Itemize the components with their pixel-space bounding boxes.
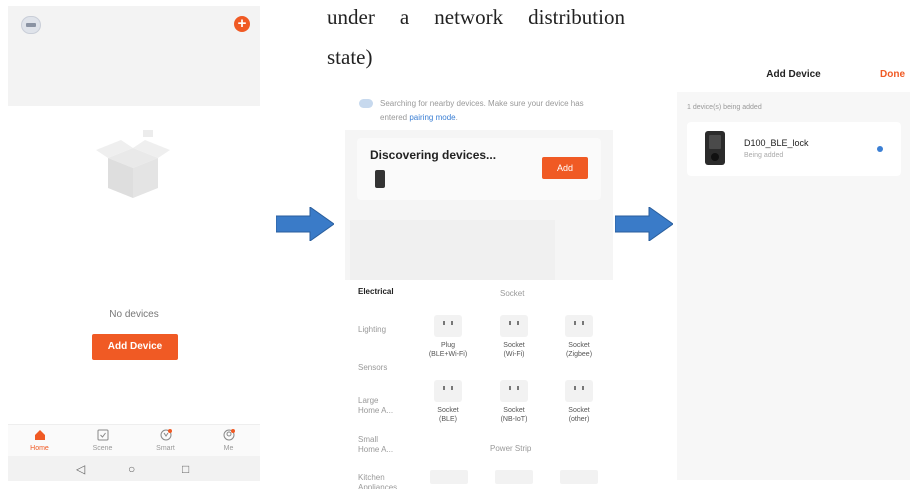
tab-label: Me — [223, 445, 234, 452]
lock-device-icon — [375, 170, 385, 188]
power-strip-icon[interactable] — [560, 470, 598, 484]
lock-device-icon — [705, 131, 725, 165]
device-tile-label: Socket (BLE) — [437, 407, 459, 423]
device-name: D100_BLE_lock — [744, 138, 809, 148]
add-plus-button[interactable]: + — [234, 16, 250, 32]
loading-spinner-icon — [877, 146, 883, 152]
pairing-mode-link[interactable]: pairing mode — [409, 113, 455, 122]
device-tile[interactable]: Socket (NB-IoT) — [486, 380, 542, 424]
socket-icon — [565, 315, 593, 337]
adding-screen: Add Device Done 1 device(s) being added … — [677, 60, 910, 480]
category-electrical[interactable]: Electrical — [358, 287, 394, 297]
bottom-tab-bar: Home Scene Smart Me — [8, 424, 260, 456]
device-tile[interactable]: Socket (Zigbee) — [551, 315, 607, 359]
doc-word: distribution — [528, 5, 625, 29]
home-circle-icon[interactable]: ○ — [128, 462, 135, 476]
socket-icon — [565, 380, 593, 402]
device-tile-label: Socket (NB-IoT) — [500, 407, 528, 423]
done-button[interactable]: Done — [880, 69, 905, 80]
empty-box-icon — [96, 130, 170, 198]
device-tile-label: Socket (Wi-Fi) — [503, 342, 525, 358]
tab-me[interactable]: Me — [197, 425, 260, 456]
device-tile-label: Plug (BLE+Wi-Fi) — [428, 342, 468, 358]
blank-panel — [350, 220, 555, 280]
device-tile[interactable]: Socket (other) — [551, 380, 607, 424]
doc-word: network — [434, 5, 504, 29]
search-status-row: Searching for nearby devices. Make sure … — [345, 92, 613, 130]
search-text-end: . — [455, 113, 458, 122]
socket-icon — [434, 380, 462, 402]
home-body: No devices Add Device — [8, 106, 260, 426]
smart-icon — [160, 429, 172, 441]
tab-label: Home — [30, 445, 49, 452]
tab-scene[interactable]: Scene — [71, 425, 134, 456]
add-device-button[interactable]: Add Device — [92, 334, 178, 360]
device-tile[interactable]: Plug (BLE+Wi-Fi) — [420, 315, 476, 359]
tab-smart[interactable]: Smart — [134, 425, 197, 456]
home-icon — [34, 429, 46, 441]
add-button[interactable]: Add — [542, 157, 588, 179]
arrow-right-icon — [615, 207, 673, 241]
section-title-power-strip: Power Strip — [490, 444, 532, 453]
category-panel: Electrical Lighting Sensors Large Home A… — [345, 280, 613, 489]
category-sensors[interactable]: Sensors — [358, 363, 387, 373]
device-status: Being added — [744, 152, 784, 159]
cloud-icon — [359, 99, 373, 108]
category-large-home[interactable]: Large Home A... — [358, 396, 393, 416]
power-strip-icon[interactable] — [430, 470, 468, 484]
discovering-title: Discovering devices... — [370, 148, 497, 162]
back-icon[interactable]: ◁ — [76, 462, 85, 476]
device-tile[interactable]: Socket (BLE) — [420, 380, 476, 424]
category-kitchen[interactable]: Kitchen Appliances — [358, 473, 397, 489]
home-screen: + No devices Add Device Home Scene Smart… — [8, 6, 260, 481]
tab-label: Scene — [92, 445, 113, 452]
doc-text-line-2: state) — [327, 45, 373, 69]
recents-icon[interactable]: □ — [182, 462, 189, 476]
doc-word: under — [327, 5, 375, 29]
device-tile-label: Socket (Zigbee) — [565, 342, 593, 358]
system-nav-bar: ◁ ○ □ — [8, 456, 260, 481]
tab-label: Smart — [156, 445, 175, 452]
being-added-count: 1 device(s) being added — [687, 104, 762, 111]
section-title-socket: Socket — [500, 289, 525, 298]
home-top-area — [8, 6, 260, 106]
arrow-right-icon — [276, 207, 334, 241]
doc-text-line-1: under a network distribution — [327, 5, 625, 30]
doc-word: a — [399, 5, 410, 29]
category-small-home[interactable]: Small Home A... — [358, 435, 393, 455]
discovering-card: Discovering devices... Add — [357, 138, 601, 200]
scene-icon — [97, 429, 109, 441]
device-tile-label: Socket (other) — [568, 407, 590, 423]
tab-home[interactable]: Home — [8, 425, 71, 456]
socket-icon — [500, 380, 528, 402]
socket-icon — [500, 315, 528, 337]
add-device-header: Add Device Done — [677, 60, 910, 92]
discover-screen: Searching for nearby devices. Make sure … — [345, 92, 613, 489]
home-avatar-icon[interactable] — [21, 16, 41, 34]
device-tile[interactable]: Socket (Wi-Fi) — [486, 315, 542, 359]
page-title: Add Device — [766, 69, 821, 80]
no-devices-text: No devices — [109, 309, 159, 320]
me-icon — [223, 429, 235, 441]
socket-icon — [434, 315, 462, 337]
power-strip-icon[interactable] — [495, 470, 533, 484]
category-lighting[interactable]: Lighting — [358, 325, 386, 335]
search-status-text: Searching for nearby devices. Make sure … — [380, 97, 605, 125]
device-card[interactable]: D100_BLE_lock Being added — [687, 122, 901, 176]
